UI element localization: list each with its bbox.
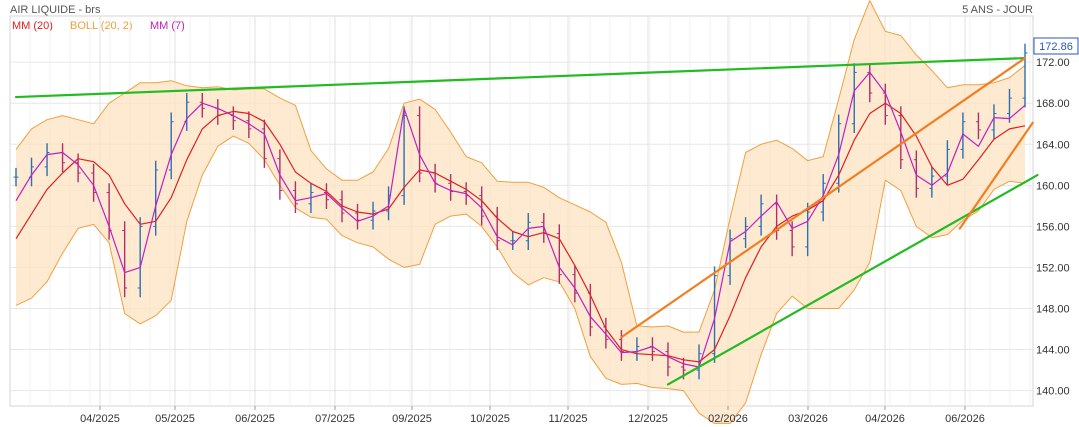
y-tick-label: 144.00	[1036, 345, 1070, 357]
x-tick-label: 03/2026	[788, 413, 828, 425]
x-tick-label: 06/2026	[945, 413, 985, 425]
legend-mm7: MM (7)	[150, 20, 185, 32]
last-price-label: 172.86	[1039, 41, 1073, 53]
y-tick-label: 156.00	[1036, 221, 1070, 233]
x-tick-label: 10/2025	[470, 413, 510, 425]
x-tick-label: 12/2025	[628, 413, 668, 425]
legend-mm20: MM (20)	[12, 20, 53, 32]
x-tick-label: 09/2025	[392, 413, 432, 425]
x-tick-label: 04/2025	[80, 413, 120, 425]
y-tick-label: 148.00	[1036, 304, 1070, 316]
x-tick-label: 11/2025	[549, 413, 588, 425]
x-tick-label: 02/2026	[708, 413, 748, 425]
y-tick-label: 164.00	[1036, 139, 1070, 151]
x-tick-label: 04/2026	[865, 413, 905, 425]
chart-title: AIR LIQUIDE - brs	[10, 4, 101, 16]
chart-period: 5 ANS - JOUR	[962, 4, 1033, 16]
x-tick-label: 07/2025	[315, 413, 355, 425]
price-chart: AIR LIQUIDE - brs 5 ANS - JOUR MM (20) B…	[0, 0, 1079, 427]
x-tick-label: 05/2025	[155, 413, 195, 425]
y-tick-label: 140.00	[1036, 386, 1070, 398]
y-axis: 140.00 144.00 148.00 152.00 156.00 160.00 164.…	[1036, 57, 1070, 397]
y-tick-label: 152.00	[1036, 262, 1070, 274]
x-tick-label: 06/2025	[235, 413, 275, 425]
y-tick-label: 168.00	[1036, 98, 1070, 110]
y-tick-label: 172.00	[1036, 57, 1070, 69]
legend-boll: BOLL (20, 2)	[70, 20, 133, 32]
y-tick-label: 160.00	[1036, 180, 1070, 192]
